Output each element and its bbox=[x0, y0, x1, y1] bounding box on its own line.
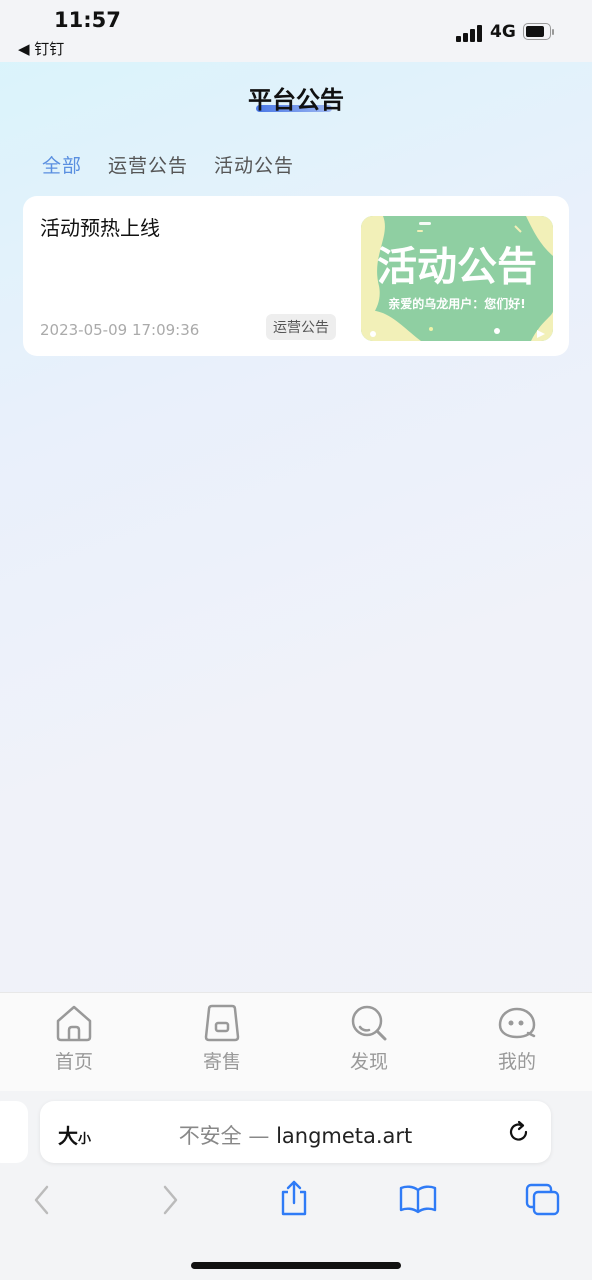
discover-search-icon bbox=[351, 1005, 387, 1041]
insecure-label: 不安全 — bbox=[178, 1124, 270, 1148]
tabbar-profile-label: 我的 bbox=[497, 1051, 536, 1073]
url-text: langmeta.art bbox=[276, 1124, 413, 1148]
tabbar-consign-label: 寄售 bbox=[202, 1051, 241, 1073]
share-icon[interactable] bbox=[279, 1179, 309, 1217]
thumbnail-subtitle: 亲爱的乌龙用户：您们好! bbox=[388, 296, 525, 311]
tabs-overview-icon[interactable] bbox=[525, 1183, 561, 1217]
category-tabs: 全部 运营公告 活动公告 bbox=[42, 151, 294, 178]
tabbar-discover-label: 发现 bbox=[349, 1051, 388, 1073]
screen: 11:57 ◀ 钉钉 4G 平台公告 全部 运营公告 活动公告 活动预热上线 2… bbox=[0, 0, 592, 1280]
page-title: 平台公告 bbox=[248, 86, 344, 114]
forward-chevron-icon[interactable] bbox=[158, 1183, 182, 1217]
address-bar[interactable]: 大小 不安全 — langmeta.art bbox=[40, 1101, 551, 1163]
back-to-app-link[interactable]: ◀ 钉钉 bbox=[18, 38, 64, 59]
back-chevron-icon[interactable] bbox=[30, 1183, 54, 1217]
battery-icon bbox=[523, 23, 554, 40]
announcement-thumbnail: 活动公告 亲爱的乌龙用户：您们好! bbox=[361, 216, 553, 341]
previous-tab-preview[interactable] bbox=[0, 1101, 28, 1163]
status-bar: 11:57 ◀ 钉钉 4G bbox=[0, 0, 592, 62]
home-icon bbox=[56, 1005, 92, 1042]
cellular-signal-icon bbox=[456, 24, 484, 42]
tabbar-consign[interactable]: 寄售 bbox=[172, 1003, 272, 1074]
bookmarks-icon[interactable] bbox=[399, 1184, 437, 1214]
thumbnail-heading: 活动公告 bbox=[377, 244, 537, 290]
network-type: 4G bbox=[490, 22, 516, 42]
reload-icon[interactable] bbox=[506, 1119, 532, 1145]
bag-icon bbox=[204, 1004, 240, 1042]
tabbar-home-label: 首页 bbox=[54, 1051, 93, 1073]
tabbar-home[interactable]: 首页 bbox=[24, 1003, 124, 1074]
tab-events[interactable]: 活动公告 bbox=[214, 151, 294, 178]
browser-toolbar: 大小 不安全 — langmeta.art bbox=[0, 1091, 592, 1280]
announcement-card[interactable]: 活动预热上线 2023-05-09 17:09:36 运营公告 活动公告 亲爱的… bbox=[23, 196, 569, 356]
home-indicator[interactable] bbox=[191, 1262, 401, 1269]
tab-operations[interactable]: 运营公告 bbox=[108, 151, 188, 178]
announcement-title: 活动预热上线 bbox=[40, 216, 160, 240]
app-tab-bar: 首页 寄售 发现 我的 bbox=[0, 992, 592, 1092]
announcement-tag: 运营公告 bbox=[266, 314, 336, 340]
tabbar-discover[interactable]: 发现 bbox=[319, 1003, 419, 1074]
status-time: 11:57 bbox=[54, 8, 121, 32]
url-display[interactable]: 不安全 — langmeta.art bbox=[40, 1120, 551, 1150]
profile-face-icon bbox=[498, 1007, 536, 1039]
announcement-date: 2023-05-09 17:09:36 bbox=[40, 321, 200, 339]
tabbar-profile[interactable]: 我的 bbox=[467, 1003, 567, 1074]
tab-all[interactable]: 全部 bbox=[42, 151, 82, 178]
